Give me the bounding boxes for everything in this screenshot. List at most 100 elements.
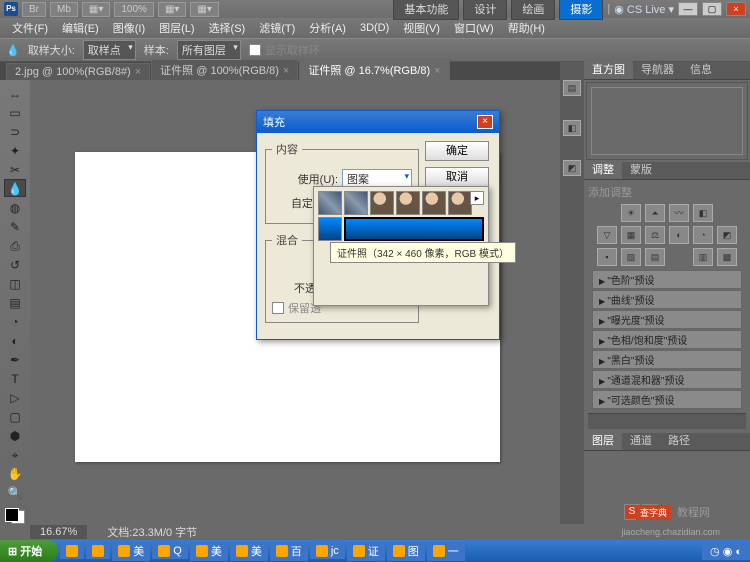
tab-navigator[interactable]: 导航器 (633, 59, 682, 79)
pattern-thumb[interactable] (318, 217, 342, 241)
menu-layer[interactable]: 图层(L) (153, 18, 200, 38)
pattern-thumb[interactable] (396, 191, 420, 215)
invert-icon[interactable]: ▪ (597, 248, 617, 266)
pattern-thumb[interactable] (422, 191, 446, 215)
tab-info[interactable]: 信息 (682, 59, 720, 79)
sample-size-select[interactable]: 取样点 (83, 40, 136, 60)
hue-icon[interactable]: ▦ (621, 226, 641, 244)
task-item[interactable]: 图 (387, 541, 425, 561)
start-button[interactable]: ⊞ 开始 (0, 540, 58, 562)
pattern-thumb-selected[interactable] (344, 217, 484, 241)
preset-item[interactable]: "可选颜色"预设 (592, 390, 742, 409)
preset-item[interactable]: "色阶"预设 (592, 270, 742, 289)
task-item[interactable]: 美 (230, 541, 268, 561)
dialog-close-button[interactable]: × (477, 115, 493, 129)
exposure-icon[interactable]: ◧ (693, 204, 713, 222)
zoom-field[interactable]: 16.67% (30, 525, 87, 539)
pattern-thumb[interactable] (318, 191, 342, 215)
menu-file[interactable]: 文件(F) (6, 18, 54, 38)
tab-adjust[interactable]: 调整 (584, 159, 622, 179)
3d-cam-tool[interactable]: ⌖ (4, 445, 26, 463)
stamp-tool[interactable]: ⎙ (4, 236, 26, 254)
close-button[interactable]: × (726, 2, 746, 16)
hand-tool[interactable]: ✋ (4, 464, 26, 482)
vibrance-icon[interactable]: ▽ (597, 226, 617, 244)
mixer-icon[interactable]: ◩ (717, 226, 737, 244)
close-icon[interactable]: × (283, 65, 289, 77)
heal-tool[interactable]: ◍ (4, 198, 26, 216)
menu-analysis[interactable]: 分析(A) (303, 18, 352, 38)
marquee-tool[interactable]: ▭ (4, 103, 26, 121)
pattern-thumb[interactable] (448, 191, 472, 215)
task-item[interactable]: 美 (190, 541, 228, 561)
bw-icon[interactable]: ◐ (669, 226, 689, 244)
tab-channels[interactable]: 通道 (622, 430, 660, 450)
mode-tab-design[interactable]: 设计 (463, 0, 507, 20)
task-item[interactable]: 证 (347, 541, 385, 561)
mode-tab-paint[interactable]: 绘画 (511, 0, 555, 20)
system-tray[interactable]: ◷ ◉ ◐ (702, 543, 750, 560)
ok-button[interactable]: 确定 (425, 141, 489, 161)
menu-image[interactable]: 图像(I) (107, 18, 151, 38)
preset-item[interactable]: "黑白"预设 (592, 350, 742, 369)
br-button[interactable]: Br (22, 2, 46, 17)
selective-icon[interactable]: ▩ (717, 248, 737, 266)
screen-mode-button[interactable]: ▦▾ (82, 2, 110, 17)
levels-icon[interactable]: ⏶ (645, 204, 665, 222)
brush-tool[interactable]: ✎ (4, 217, 26, 235)
curves-icon[interactable]: 〰 (669, 204, 689, 222)
crop-tool[interactable]: ✂ (4, 160, 26, 178)
menu-window[interactable]: 窗口(W) (448, 18, 500, 38)
tab-mask[interactable]: 蒙版 (622, 159, 660, 179)
mode-tab-basic[interactable]: 基本功能 (393, 0, 459, 20)
picker-menu-button[interactable]: ▸ (470, 191, 484, 205)
menu-edit[interactable]: 编辑(E) (56, 18, 105, 38)
task-item[interactable] (60, 543, 84, 559)
task-item[interactable]: 一 (427, 541, 465, 561)
shape-tool[interactable]: ▢ (4, 407, 26, 425)
lasso-tool[interactable]: ⊃ (4, 122, 26, 140)
dodge-tool[interactable]: ◐ (4, 331, 26, 349)
move-tool[interactable]: ↔ (4, 84, 26, 102)
photo-filter-icon[interactable]: ◔ (693, 226, 713, 244)
path-tool[interactable]: ▷ (4, 388, 26, 406)
preset-item[interactable]: "曲线"预设 (592, 290, 742, 309)
show-ring-checkbox[interactable]: 显示取样环 (249, 42, 320, 58)
doc-tab-2[interactable]: 证件照 @ 16.7%(RGB/8)× (299, 59, 449, 80)
color-swatch[interactable] (5, 508, 25, 524)
cancel-button[interactable]: 取消 (425, 167, 489, 187)
menu-view[interactable]: 视图(V) (397, 18, 446, 38)
close-icon[interactable]: × (434, 65, 440, 77)
task-item[interactable]: jc (310, 543, 345, 559)
threshold-icon[interactable]: ▤ (645, 248, 665, 266)
sample-select[interactable]: 所有图层 (177, 40, 241, 60)
maximize-button[interactable]: ▢ (702, 2, 722, 16)
task-item[interactable]: Q (152, 543, 188, 559)
gradient-tool[interactable]: ▤ (4, 293, 26, 311)
mb-button[interactable]: Mb (50, 2, 78, 17)
tab-paths[interactable]: 路径 (660, 430, 698, 450)
menu-filter[interactable]: 滤镜(T) (253, 18, 301, 38)
wand-tool[interactable]: ✦ (4, 141, 26, 159)
mode-tab-photo[interactable]: 摄影 (559, 0, 603, 20)
eraser-tool[interactable]: ◫ (4, 274, 26, 292)
balance-icon[interactable]: ⚖ (645, 226, 665, 244)
3d-tool[interactable]: ⬢ (4, 426, 26, 444)
zoom-tool[interactable]: 🔍 (4, 483, 26, 501)
dock-icon-1[interactable]: ▤ (563, 80, 581, 96)
dock-icon-3[interactable]: ◩ (563, 160, 581, 176)
tab-histogram[interactable]: 直方图 (584, 59, 633, 79)
cslive-button[interactable]: ◉ CS Live ▾ (614, 3, 674, 16)
preset-item[interactable]: "曝光度"预设 (592, 310, 742, 329)
gradient-map-icon[interactable]: ▥ (693, 248, 713, 266)
blur-tool[interactable]: ◔ (4, 312, 26, 330)
close-icon[interactable]: × (135, 66, 141, 78)
view-extras-button[interactable]: ▦▾ (158, 2, 186, 17)
pen-tool[interactable]: ✒ (4, 350, 26, 368)
task-item[interactable]: 百 (270, 541, 308, 561)
eyedropper-tool[interactable]: 💧 (4, 179, 26, 197)
menu-help[interactable]: 帮助(H) (502, 18, 551, 38)
poster-icon[interactable]: ▨ (621, 248, 641, 266)
minimize-button[interactable]: — (678, 2, 698, 16)
menu-3d[interactable]: 3D(D) (354, 20, 395, 36)
